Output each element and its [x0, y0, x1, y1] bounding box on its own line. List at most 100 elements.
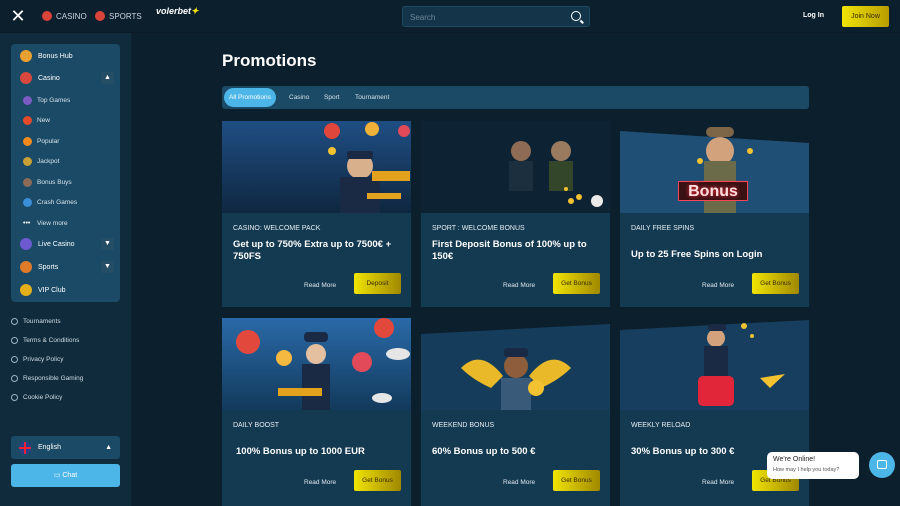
promo-category: SPORT : WELCOME BONUS: [432, 225, 525, 232]
sports-icon: [20, 261, 32, 273]
sidebar-item-label: Live Casino: [38, 240, 75, 248]
promo-card-body: WEEKEND BONUS 60% Bonus up to 500 € Read…: [421, 410, 610, 504]
promo-card: SPORT : WELCOME BONUS First Deposit Bonu…: [421, 121, 610, 307]
promo-category: DAILY BOOST: [233, 422, 280, 429]
chevron-down-icon[interactable]: ▼: [101, 261, 114, 273]
link-responsible-gaming[interactable]: Responsible Gaming: [11, 375, 83, 382]
nav-casino[interactable]: CASINO: [42, 11, 87, 21]
crash-games-icon: [23, 197, 32, 207]
shield-icon: [11, 356, 18, 363]
search-icon[interactable]: [571, 11, 581, 21]
sidebar-item-label: View more: [37, 219, 68, 227]
new-icon: [23, 115, 32, 125]
link-tournaments[interactable]: Tournaments: [11, 318, 61, 325]
deposit-button[interactable]: Deposit: [354, 273, 401, 294]
promo-headline: First Deposit Bonus of 100% up to 150€: [432, 239, 587, 262]
promo-category: WEEKLY RELOAD: [631, 422, 691, 429]
tab-sport[interactable]: Sport: [324, 88, 340, 107]
get-bonus-button[interactable]: Get Bonus: [752, 273, 799, 294]
tab-casino[interactable]: Casino: [289, 88, 309, 107]
link-label: Terms & Conditions: [23, 337, 80, 344]
promo-image-bonus-sign: Bonus: [620, 121, 809, 213]
live-casino-icon: [20, 238, 32, 250]
promo-category: WEEKEND BONUS: [432, 422, 495, 429]
user-icon: [11, 318, 18, 325]
bonus-sign: Bonus: [678, 181, 748, 201]
sidebar-item-new[interactable]: New: [11, 110, 120, 130]
promo-headline: 60% Bonus up to 500 €: [432, 446, 536, 457]
top-bar: ✕ CASINO SPORTS volerbet✦ Log In Join No…: [0, 0, 900, 33]
chat-button[interactable]: ▭ Chat: [11, 464, 120, 487]
sidebar-item-jackpot[interactable]: Jackpot: [11, 151, 120, 171]
tab-all-promotions[interactable]: All Promotions: [224, 88, 276, 107]
bonus-hub-icon: [20, 50, 32, 62]
promo-image-pilot-dice: [620, 318, 809, 410]
cherry-icon: [42, 11, 52, 21]
sidebar-item-label: Bonus Buys: [37, 178, 72, 186]
document-icon: [11, 337, 18, 344]
sidebar-item-live-casino[interactable]: Live Casino ▼: [11, 234, 120, 254]
close-menu-icon[interactable]: ✕: [10, 7, 26, 25]
chat-popup-subtitle: How may I help you today?: [773, 467, 840, 473]
read-more-link[interactable]: Read More: [304, 282, 336, 289]
bonus-buys-icon: [23, 177, 32, 187]
sidebar-item-casino[interactable]: Casino ▲: [11, 68, 120, 88]
sidebar-item-bonus-buys[interactable]: Bonus Buys: [11, 172, 120, 192]
nav-sports-label: SPORTS: [109, 11, 142, 21]
sidebar-item-view-more[interactable]: ••• View more: [11, 213, 120, 233]
sidebar-item-label: Jackpot: [37, 157, 60, 165]
link-privacy[interactable]: Privacy Policy: [11, 356, 63, 363]
promo-image-wings-pilot: [421, 318, 610, 410]
link-terms[interactable]: Terms & Conditions: [11, 337, 79, 344]
nav-sports[interactable]: SPORTS: [95, 11, 142, 21]
get-bonus-button[interactable]: Get Bonus: [553, 273, 600, 294]
sidebar-item-crash-games[interactable]: Crash Games: [11, 192, 120, 212]
join-now-button[interactable]: Join Now: [842, 6, 889, 27]
promo-card: DAILY BOOST 100% Bonus up to 1000 EUR Re…: [222, 318, 411, 506]
read-more-link[interactable]: Read More: [503, 282, 535, 289]
sidebar-item-bonus-hub[interactable]: Bonus Hub: [11, 46, 120, 66]
sidebar-item-vip-club[interactable]: VIP Club: [11, 280, 120, 300]
sidebar-item-label: Popular: [37, 137, 60, 145]
read-more-link[interactable]: Read More: [702, 479, 734, 486]
read-more-link[interactable]: Read More: [304, 479, 336, 486]
language-label: English: [38, 444, 61, 451]
chat-label: Chat: [62, 472, 78, 479]
language-selector[interactable]: English ▲: [11, 436, 120, 459]
vip-diamond-icon: [20, 284, 32, 296]
login-button[interactable]: Log In: [803, 12, 824, 19]
promo-tabs: All Promotions Casino Sport Tournament: [222, 86, 809, 109]
search-box: [402, 6, 590, 27]
promo-card-body: DAILY FREE SPINS Up to 25 Free Spins on …: [620, 213, 809, 307]
site-logo[interactable]: volerbet✦: [156, 6, 199, 17]
sidebar-item-label: New: [37, 116, 51, 124]
sidebar-menu: Bonus Hub Casino ▲ Top Games New Popular…: [11, 44, 120, 302]
link-label: Cookie Policy: [23, 394, 63, 401]
promo-headline: 100% Bonus up to 1000 EUR: [236, 446, 365, 457]
chevron-up-icon: ▲: [105, 444, 112, 451]
promo-card: CASINO: WELCOME PACK Get up to 750% Extr…: [222, 121, 411, 307]
promo-category: CASINO: WELCOME PACK: [233, 225, 321, 232]
promo-card-body: DAILY BOOST 100% Bonus up to 1000 EUR Re…: [222, 410, 411, 504]
chat-popup[interactable]: We're Online! How may I help you today?: [767, 452, 859, 479]
search-input[interactable]: [403, 8, 553, 27]
get-bonus-button[interactable]: Get Bonus: [354, 470, 401, 491]
read-more-link[interactable]: Read More: [702, 282, 734, 289]
sidebar-item-label: Bonus Hub: [38, 52, 73, 60]
sidebar-item-popular[interactable]: Popular: [11, 131, 120, 151]
chat-launcher-button[interactable]: [869, 452, 895, 478]
sidebar-item-sports[interactable]: Sports ▼: [11, 257, 120, 277]
read-more-link[interactable]: Read More: [503, 479, 535, 486]
link-cookie-policy[interactable]: Cookie Policy: [11, 394, 62, 401]
get-bonus-button[interactable]: Get Bonus: [553, 470, 600, 491]
chevron-up-icon[interactable]: ▲: [101, 72, 114, 84]
promo-headline: Up to 25 Free Spins on Login: [631, 249, 763, 260]
promo-card-body: CASINO: WELCOME PACK Get up to 750% Extr…: [222, 213, 411, 307]
logo-text: volerbet: [156, 6, 192, 16]
tab-tournament[interactable]: Tournament: [355, 88, 389, 107]
promo-category: DAILY FREE SPINS: [631, 225, 695, 232]
sidebar-item-top-games[interactable]: Top Games: [11, 90, 120, 110]
page-title: Promotions: [222, 51, 317, 70]
link-label: Tournaments: [23, 318, 61, 325]
chevron-down-icon[interactable]: ▼: [101, 238, 114, 250]
